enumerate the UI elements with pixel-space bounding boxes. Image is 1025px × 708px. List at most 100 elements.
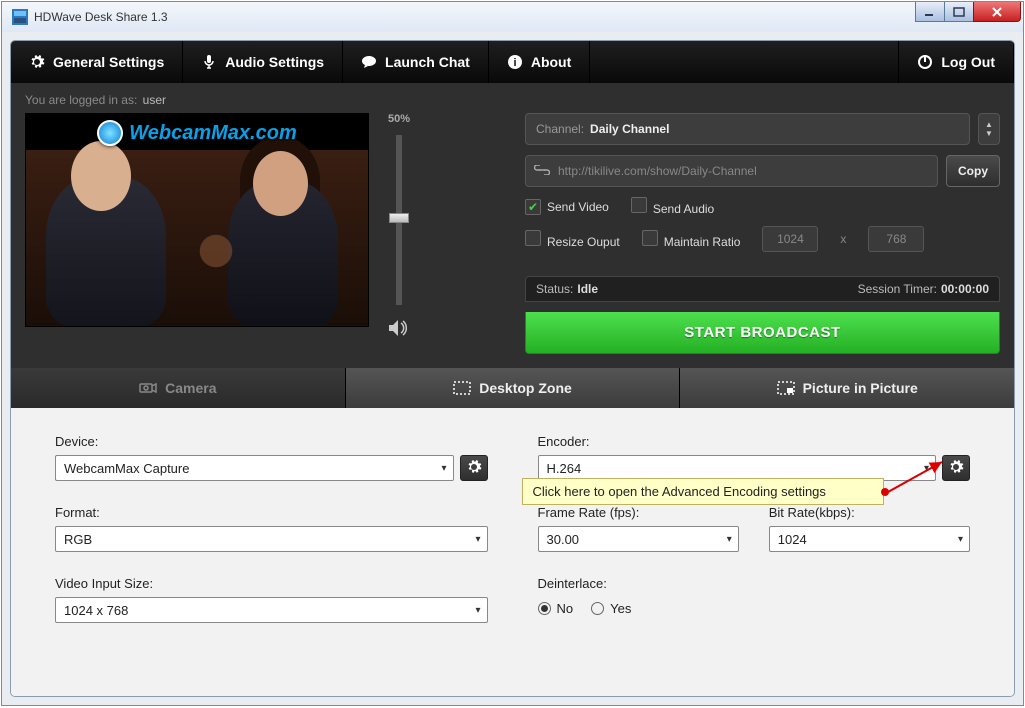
volume-slider[interactable] bbox=[396, 135, 402, 305]
webcammax-logo-icon bbox=[97, 120, 123, 146]
format-value: RGB bbox=[64, 532, 92, 547]
settings-panel: Device: WebcamMax Capture ▾ Format: RGB bbox=[11, 408, 1014, 696]
maximize-button[interactable] bbox=[944, 2, 974, 22]
video-preview: WebcamMax.com bbox=[25, 113, 369, 327]
output-height-input[interactable] bbox=[868, 226, 924, 252]
status-bar: Status: Idle Session Timer: 00:00:00 bbox=[525, 276, 1000, 302]
gear-icon bbox=[466, 459, 482, 478]
nav-label: Log Out bbox=[941, 54, 995, 70]
main-panel: General Settings Audio Settings Launch C… bbox=[10, 40, 1015, 697]
channel-dropdown-arrows[interactable]: ▲ ▼ bbox=[978, 113, 1000, 145]
broadcast-label: START BROADCAST bbox=[684, 324, 840, 341]
device-settings-button[interactable] bbox=[460, 455, 488, 481]
nav-general-settings[interactable]: General Settings bbox=[11, 41, 183, 83]
camera-icon bbox=[139, 381, 157, 395]
nav-spacer bbox=[590, 41, 899, 83]
bitrate-value: 1024 bbox=[778, 532, 807, 547]
link-icon bbox=[534, 164, 550, 178]
timer-label: Session Timer: bbox=[858, 282, 937, 296]
encoder-label: Encoder: bbox=[538, 434, 971, 449]
svg-text:i: i bbox=[513, 57, 516, 69]
timer-value: 00:00:00 bbox=[941, 282, 989, 296]
microphone-icon bbox=[201, 54, 217, 70]
close-button[interactable] bbox=[973, 2, 1021, 22]
speaker-icon[interactable] bbox=[388, 319, 410, 342]
format-label: Format: bbox=[55, 505, 488, 520]
format-select[interactable]: RGB ▾ bbox=[55, 526, 488, 552]
login-user: user bbox=[143, 93, 166, 107]
desktop-zone-icon bbox=[453, 381, 471, 395]
login-status: You are logged in as: user bbox=[25, 93, 1000, 107]
checkbox-icon bbox=[525, 230, 541, 246]
device-select[interactable]: WebcamMax Capture ▾ bbox=[55, 455, 454, 481]
info-icon: i bbox=[507, 54, 523, 70]
radio-label: Yes bbox=[610, 601, 631, 616]
nav-label: Audio Settings bbox=[225, 54, 324, 70]
power-icon bbox=[917, 54, 933, 70]
deinterlace-no-radio[interactable] bbox=[538, 602, 551, 615]
channel-value: Daily Channel bbox=[590, 122, 669, 136]
encoder-value: H.264 bbox=[547, 461, 582, 476]
pip-icon bbox=[777, 381, 795, 395]
tooltip-dot bbox=[881, 488, 889, 496]
chevron-down-icon: ▾ bbox=[958, 534, 963, 545]
stream-url-field[interactable]: http://tikilive.com/show/Daily-Channel bbox=[525, 155, 938, 187]
chevron-down-icon: ▾ bbox=[475, 605, 480, 616]
deinterlace-label: Deinterlace: bbox=[538, 576, 971, 591]
deinterlace-yes-radio[interactable] bbox=[591, 602, 604, 615]
copy-label: Copy bbox=[958, 164, 988, 178]
channel-select[interactable]: Channel: Daily Channel bbox=[525, 113, 970, 145]
status-value: Idle bbox=[577, 282, 598, 296]
tab-label: Camera bbox=[165, 380, 216, 396]
start-broadcast-button[interactable]: START BROADCAST bbox=[525, 312, 1000, 354]
send-audio-checkbox[interactable]: Send Audio bbox=[631, 197, 714, 216]
chevron-up-icon: ▲ bbox=[985, 120, 993, 129]
app-body: General Settings Audio Settings Launch C… bbox=[2, 32, 1023, 705]
chevron-down-icon: ▼ bbox=[985, 129, 993, 138]
video-size-label: Video Input Size: bbox=[55, 576, 488, 591]
output-width-input[interactable] bbox=[762, 226, 818, 252]
resize-output-checkbox[interactable]: Resize Ouput bbox=[525, 230, 620, 249]
status-label: Status: bbox=[536, 282, 573, 296]
window-controls bbox=[916, 2, 1021, 22]
nav-logout[interactable]: Log Out bbox=[899, 41, 1014, 83]
tab-desktop-zone[interactable]: Desktop Zone bbox=[346, 368, 681, 408]
volume-column: 50% bbox=[369, 113, 429, 354]
volume-thumb[interactable] bbox=[389, 213, 409, 223]
framerate-value: 30.00 bbox=[547, 532, 580, 547]
nav-about[interactable]: i About bbox=[489, 41, 590, 83]
radio-label: No bbox=[557, 601, 574, 616]
app-icon bbox=[12, 9, 28, 25]
tab-label: Desktop Zone bbox=[479, 380, 572, 396]
nav-launch-chat[interactable]: Launch Chat bbox=[343, 41, 489, 83]
tooltip-text: Click here to open the Advanced Encoding… bbox=[533, 484, 826, 499]
bitrate-select[interactable]: 1024 ▾ bbox=[769, 526, 970, 552]
nav-label: General Settings bbox=[53, 54, 164, 70]
tab-picture-in-picture[interactable]: Picture in Picture bbox=[680, 368, 1014, 408]
x-separator: x bbox=[840, 232, 846, 246]
maintain-ratio-checkbox[interactable]: Maintain Ratio bbox=[642, 230, 741, 249]
watermark-text: WebcamMax.com bbox=[129, 122, 296, 145]
send-video-checkbox[interactable]: ✔Send Video bbox=[525, 199, 609, 215]
minimize-button[interactable] bbox=[915, 2, 945, 22]
nav-audio-settings[interactable]: Audio Settings bbox=[183, 41, 343, 83]
framerate-label: Frame Rate (fps): bbox=[538, 505, 739, 520]
nav-label: Launch Chat bbox=[385, 54, 470, 70]
checkbox-icon bbox=[631, 197, 647, 213]
tab-camera[interactable]: Camera bbox=[11, 368, 346, 408]
tab-label: Picture in Picture bbox=[803, 380, 918, 396]
gear-icon bbox=[29, 54, 45, 70]
chevron-down-icon: ▾ bbox=[475, 534, 480, 545]
encoder-settings-column: Encoder: H.264 ▾ Click here to open the … bbox=[538, 434, 971, 676]
video-size-select[interactable]: 1024 x 768 ▾ bbox=[55, 597, 488, 623]
volume-percent: 50% bbox=[388, 113, 410, 125]
copy-button[interactable]: Copy bbox=[946, 155, 1000, 187]
framerate-select[interactable]: 30.00 ▾ bbox=[538, 526, 739, 552]
chevron-down-icon: ▾ bbox=[441, 463, 446, 474]
titlebar: HDWave Desk Share 1.3 bbox=[2, 2, 1023, 32]
device-label: Device: bbox=[55, 434, 488, 449]
nav-label: About bbox=[531, 54, 571, 70]
app-window: HDWave Desk Share 1.3 General Settings A… bbox=[1, 1, 1024, 706]
top-nav: General Settings Audio Settings Launch C… bbox=[11, 41, 1014, 83]
broadcast-panel: You are logged in as: user bbox=[11, 83, 1014, 368]
